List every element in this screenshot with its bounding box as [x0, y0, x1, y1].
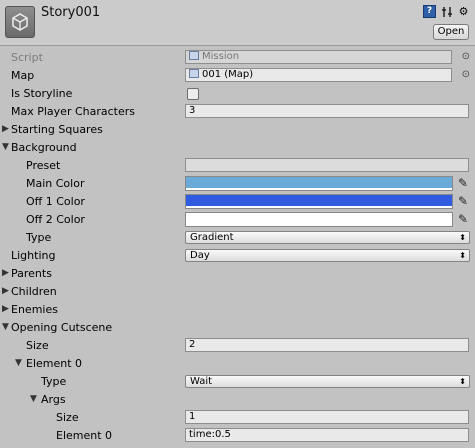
args-label[interactable]: Args — [41, 393, 66, 406]
help-icon[interactable]: ? — [423, 5, 436, 18]
collapse-arrow-icon[interactable]: ▼ — [2, 322, 9, 332]
collapse-arrow-icon[interactable]: ▼ — [30, 394, 37, 404]
lighting-row: Lighting Day ⬍ — [0, 247, 475, 265]
off1-color-row: Off 1 Color ✎ — [0, 193, 475, 211]
object-picker-icon: ⊙ — [461, 51, 470, 62]
starting-squares-row[interactable]: ▶ Starting Squares — [0, 121, 475, 139]
element0-type-label: Type — [41, 375, 67, 388]
parents-row[interactable]: ▶ Parents — [0, 265, 475, 283]
max-player-characters-input[interactable]: 3 — [185, 104, 469, 118]
dropdown-arrow-icon: ⬍ — [459, 233, 466, 242]
gear-icon[interactable]: ⚙ — [457, 5, 470, 18]
children-row[interactable]: ▶ Children — [0, 283, 475, 301]
children-label[interactable]: Children — [11, 285, 57, 298]
lighting-label: Lighting — [11, 249, 56, 262]
preset-row: Preset — [0, 157, 475, 175]
dropdown-arrow-icon: ⬍ — [459, 377, 466, 386]
asset-title: Story001 — [41, 5, 101, 20]
script-label: Script — [11, 51, 43, 64]
map-row: Map 001 (Map) ⊙ — [0, 67, 475, 85]
parents-label[interactable]: Parents — [11, 267, 52, 280]
element0-type-row: Type Wait ⬍ — [0, 373, 475, 391]
main-color-row: Main Color ✎ — [0, 175, 475, 193]
background-label[interactable]: Background — [11, 141, 77, 154]
starting-squares-label[interactable]: Starting Squares — [11, 123, 103, 136]
script-row: Script Mission ⊙ — [0, 49, 475, 67]
off2-color-swatch — [186, 213, 452, 224]
background-type-row: Type Gradient ⬍ — [0, 229, 475, 247]
is-storyline-label: Is Storyline — [11, 87, 73, 100]
off2-color-label: Off 2 Color — [26, 213, 85, 226]
is-storyline-checkbox[interactable] — [187, 88, 199, 100]
expand-arrow-icon[interactable]: ▶ — [2, 304, 9, 314]
map-field[interactable]: 001 (Map) — [185, 68, 452, 82]
eyedropper-icon[interactable]: ✎ — [458, 176, 468, 190]
enemies-row[interactable]: ▶ Enemies — [0, 301, 475, 319]
main-color-swatch — [186, 177, 452, 188]
off2-color-field[interactable] — [185, 212, 453, 227]
collapse-arrow-icon[interactable]: ▼ — [15, 358, 22, 368]
args-size-row: Size 1 — [0, 409, 475, 427]
preset-label: Preset — [26, 159, 61, 172]
preset-icon[interactable] — [440, 5, 453, 18]
is-storyline-row: Is Storyline — [0, 85, 475, 103]
cutscene-size-input[interactable]: 2 — [185, 338, 469, 352]
off1-color-label: Off 1 Color — [26, 195, 85, 208]
args-size-input[interactable]: 1 — [185, 410, 469, 424]
background-type-dropdown[interactable]: Gradient ⬍ — [185, 231, 470, 244]
enemies-label[interactable]: Enemies — [11, 303, 58, 316]
off2-color-row: Off 2 Color ✎ — [0, 211, 475, 229]
expand-arrow-icon[interactable]: ▶ — [2, 268, 9, 278]
eyedropper-icon[interactable]: ✎ — [458, 194, 468, 208]
eyedropper-icon[interactable]: ✎ — [458, 212, 468, 226]
background-type-label: Type — [26, 231, 52, 244]
collapse-arrow-icon[interactable]: ▼ — [2, 142, 9, 152]
off1-color-swatch — [186, 195, 452, 206]
background-row[interactable]: ▼ Background — [0, 139, 475, 157]
args-element0-label: Element 0 — [56, 429, 113, 442]
max-player-characters-row: Max Player Characters 3 — [0, 103, 475, 121]
open-button[interactable]: Open — [433, 24, 469, 40]
lighting-dropdown[interactable]: Day ⬍ — [185, 249, 470, 262]
preset-input[interactable] — [185, 158, 469, 172]
args-row[interactable]: ▼ Args — [0, 391, 475, 409]
max-player-characters-label: Max Player Characters — [11, 105, 136, 118]
element0-type-dropdown[interactable]: Wait ⬍ — [185, 375, 470, 388]
args-element0-input[interactable]: time:0.5 — [185, 428, 469, 442]
unity-logo-icon — [5, 6, 35, 38]
opening-cutscene-row[interactable]: ▼ Opening Cutscene — [0, 319, 475, 337]
args-element0-row: Element 0 time:0.5 — [0, 427, 475, 445]
object-picker-icon[interactable]: ⊙ — [462, 69, 470, 80]
cutscene-size-label: Size — [26, 339, 49, 352]
cutscene-element0-row[interactable]: ▼ Element 0 — [0, 355, 475, 373]
opening-cutscene-label[interactable]: Opening Cutscene — [11, 321, 112, 334]
inspector-header: Story001 ? ⚙ Open — [0, 0, 475, 46]
off1-color-field[interactable] — [185, 194, 453, 209]
expand-arrow-icon[interactable]: ▶ — [2, 124, 9, 134]
map-label: Map — [11, 69, 35, 82]
expand-arrow-icon[interactable]: ▶ — [2, 286, 9, 296]
dropdown-arrow-icon: ⬍ — [459, 251, 466, 260]
main-color-field[interactable] — [185, 176, 453, 191]
cutscene-size-row: Size 2 — [0, 337, 475, 355]
script-file-icon — [189, 51, 199, 60]
cutscene-element0-label[interactable]: Element 0 — [26, 357, 82, 370]
main-color-label: Main Color — [26, 177, 85, 190]
args-size-label: Size — [56, 411, 79, 424]
map-asset-icon — [189, 69, 199, 78]
script-field: Mission — [185, 50, 452, 64]
